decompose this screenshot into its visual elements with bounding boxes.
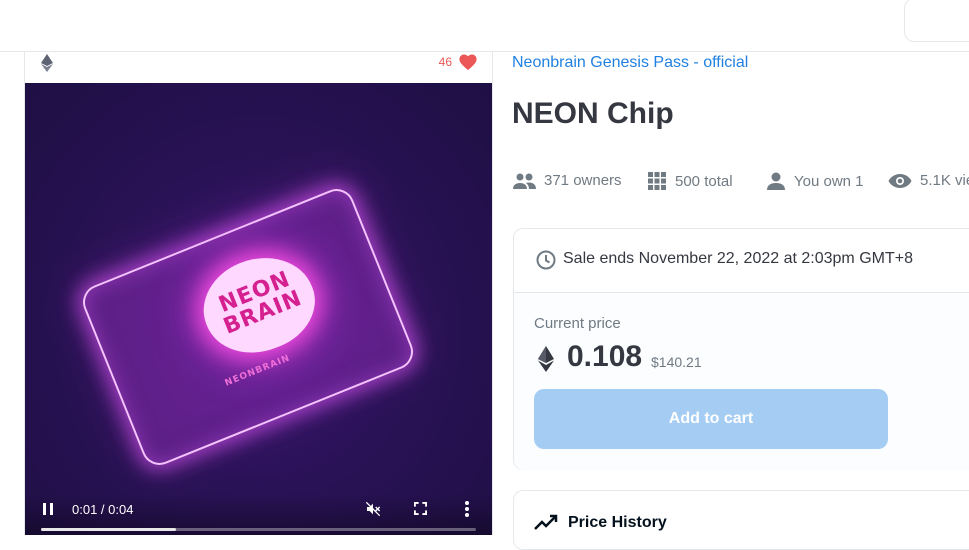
you-own-count: You own 1 — [794, 172, 864, 190]
current-price-label: Current price — [534, 315, 621, 332]
fullscreen-icon[interactable] — [414, 502, 427, 515]
add-to-cart-button[interactable]: Add to cart — [534, 389, 888, 449]
heart-icon[interactable] — [458, 53, 478, 71]
mute-icon[interactable] — [365, 501, 381, 517]
top-navigation-bar — [0, 0, 969, 52]
video-time: 0:01 / 0:04 — [72, 502, 134, 517]
people-icon — [513, 173, 536, 189]
video-progress-fill — [41, 528, 176, 531]
video-controls: 0:01 / 0:04 — [25, 493, 492, 535]
eye-icon — [888, 173, 912, 188]
media-card: 46 NEON BRAIN NEONBRAIN 0:01 / 0:04 — [24, 52, 493, 535]
favorites-count: 46 — [438, 55, 452, 69]
person-icon — [767, 172, 785, 190]
total-stat: 500 total — [647, 172, 733, 190]
media-header: 46 — [25, 52, 492, 83]
views-stat: 5.1K views — [888, 172, 969, 189]
sale-header: Sale ends November 22, 2022 at 2:03pm GM… — [514, 229, 969, 293]
video-player[interactable]: NEON BRAIN NEONBRAIN 0:01 / 0:04 — [25, 83, 492, 535]
clock-icon — [536, 250, 556, 270]
trending-icon — [534, 514, 558, 530]
owners-count: 371 owners — [544, 172, 622, 189]
usd-price: $140.21 — [651, 354, 702, 370]
ethereum-icon — [41, 54, 53, 72]
ethereum-icon — [538, 346, 554, 372]
video-progress-bar[interactable] — [41, 528, 476, 531]
owners-stat[interactable]: 371 owners — [512, 172, 622, 189]
grid-icon — [648, 172, 666, 190]
collection-link[interactable]: Neonbrain Genesis Pass - official — [512, 54, 748, 72]
price-history-label: Price History — [568, 514, 667, 531]
sale-panel: Sale ends November 22, 2022 at 2:03pm GM… — [513, 228, 969, 470]
price-history-panel[interactable]: Price History — [513, 490, 969, 550]
current-price: 0.108 — [567, 340, 643, 373]
nav-action-box[interactable] — [904, 0, 969, 42]
views-count: 5.1K views — [920, 172, 969, 189]
item-title: NEON Chip — [512, 97, 674, 130]
you-own-stat: You own 1 — [766, 172, 864, 190]
sale-end-time: Sale ends November 22, 2022 at 2:03pm GM… — [563, 250, 913, 267]
total-count: 500 total — [675, 172, 733, 190]
more-vert-icon[interactable] — [465, 501, 469, 517]
pause-icon[interactable] — [43, 503, 53, 515]
price-section: Current price 0.108 $140.21 Add to cart — [514, 293, 969, 470]
